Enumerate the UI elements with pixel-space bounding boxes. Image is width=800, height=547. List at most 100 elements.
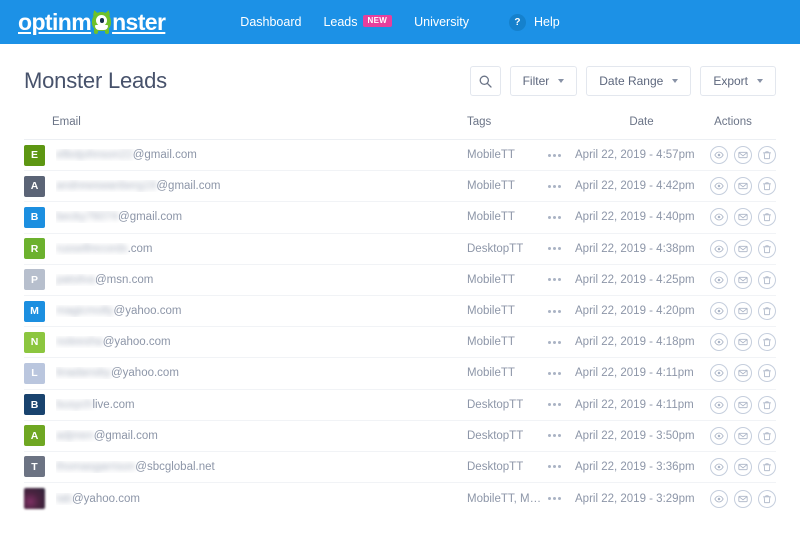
cell-actions (708, 177, 776, 195)
ellipsis-icon[interactable] (548, 434, 561, 437)
search-button[interactable] (470, 66, 501, 96)
question-mark-icon[interactable]: ? (509, 14, 526, 31)
ellipsis-icon[interactable] (548, 247, 561, 250)
export-button-label: Export (713, 74, 748, 88)
table-row[interactable]: Eelliotjohnson22@gmail.comMobileTTApril … (24, 140, 776, 171)
cell-tags: MobileTT (467, 305, 575, 317)
trash-action-button[interactable] (758, 427, 776, 445)
trash-action-button[interactable] (758, 458, 776, 476)
email-domain-part: @gmail.com (133, 149, 197, 161)
envelope-action-button[interactable] (734, 333, 752, 351)
envelope-action-button[interactable] (734, 146, 752, 164)
avatar: B (24, 207, 45, 228)
nav-item-help[interactable]: Help (534, 15, 560, 29)
envelope-action-button[interactable] (734, 490, 752, 508)
ellipsis-icon[interactable] (548, 465, 561, 468)
trash-action-button[interactable] (758, 490, 776, 508)
eye-action-button[interactable] (710, 490, 728, 508)
table-row[interactable]: tab@yahoo.comMobileTT, Mob...April 22, 2… (24, 483, 776, 514)
cell-tags: DesktopTT (467, 461, 575, 473)
trash-action-button[interactable] (758, 302, 776, 320)
cell-email: Aadjmen@gmail.com (24, 425, 467, 446)
email-redacted-part: thomasgarrison (56, 461, 135, 473)
ellipsis-icon[interactable] (548, 310, 561, 313)
cell-actions (708, 208, 776, 226)
table-row[interactable]: Tthomasgarrison@sbcglobal.netDesktopTTAp… (24, 452, 776, 483)
envelope-action-button[interactable] (734, 240, 752, 258)
eye-action-button[interactable] (710, 271, 728, 289)
ellipsis-icon[interactable] (548, 497, 561, 500)
ellipsis-icon[interactable] (548, 403, 561, 406)
tag-label: MobileTT (467, 149, 515, 161)
ellipsis-icon[interactable] (548, 372, 561, 375)
eye-action-button[interactable] (710, 208, 728, 226)
envelope-action-button[interactable] (734, 302, 752, 320)
nav-item-leads[interactable]: Leads NEW (323, 15, 392, 29)
email-domain-part: @gmail.com (156, 180, 220, 192)
cell-tags: MobileTT (467, 367, 575, 379)
table-row[interactable]: Rrussellrecords.comDesktopTTApril 22, 20… (24, 234, 776, 265)
envelope-action-button[interactable] (734, 458, 752, 476)
email-domain-part: @yahoo.com (103, 336, 171, 348)
eye-icon (714, 244, 724, 254)
envelope-action-button[interactable] (734, 208, 752, 226)
table-row[interactable]: Mmagicmolly@yahoo.comMobileTTApril 22, 2… (24, 296, 776, 327)
trash-action-button[interactable] (758, 364, 776, 382)
trash-action-button[interactable] (758, 208, 776, 226)
table-row[interactable]: Ppatsilva@msn.comMobileTTApril 22, 2019 … (24, 265, 776, 296)
trash-action-button[interactable] (758, 240, 776, 258)
trash-action-button[interactable] (758, 333, 776, 351)
table-row[interactable]: Bbusychlive.comDesktopTTApril 22, 2019 -… (24, 390, 776, 421)
envelope-icon (738, 150, 748, 160)
eye-action-button[interactable] (710, 177, 728, 195)
cell-email: Tthomasgarrison@sbcglobal.net (24, 456, 467, 477)
ellipsis-icon[interactable] (548, 278, 561, 281)
nav-item-dashboard[interactable]: Dashboard (240, 15, 301, 29)
ellipsis-icon[interactable] (548, 216, 561, 219)
avatar: L (24, 363, 45, 384)
nav-label-help: Help (534, 15, 560, 29)
eye-action-button[interactable] (710, 240, 728, 258)
table-row[interactable]: Llinadansby@yahoo.comMobileTTApril 22, 2… (24, 358, 776, 389)
eye-action-button[interactable] (710, 427, 728, 445)
avatar: R (24, 238, 45, 259)
eye-action-button[interactable] (710, 333, 728, 351)
date-range-button-label: Date Range (599, 74, 663, 88)
envelope-action-button[interactable] (734, 396, 752, 414)
email-address: andrewswanberg19@gmail.com (56, 180, 220, 192)
envelope-action-button[interactable] (734, 427, 752, 445)
table-row[interactable]: Nnoleesha@yahoo.comMobileTTApril 22, 201… (24, 327, 776, 358)
eye-action-button[interactable] (710, 302, 728, 320)
envelope-action-button[interactable] (734, 177, 752, 195)
table-row[interactable]: Aadjmen@gmail.comDesktopTTApril 22, 2019… (24, 421, 776, 452)
date-range-button[interactable]: Date Range (586, 66, 691, 96)
table-row[interactable]: Bbecky76074@gmail.comMobileTTApril 22, 2… (24, 202, 776, 233)
envelope-action-button[interactable] (734, 271, 752, 289)
eye-action-button[interactable] (710, 146, 728, 164)
nav-item-university[interactable]: University (414, 15, 469, 29)
envelope-icon (738, 212, 748, 222)
trash-action-button[interactable] (758, 271, 776, 289)
eye-action-button[interactable] (710, 364, 728, 382)
email-redacted-part: linadansby (56, 367, 111, 379)
optinmonster-logo[interactable]: optinm nster (18, 11, 165, 34)
ellipsis-icon[interactable] (548, 341, 561, 344)
eye-icon (714, 275, 724, 285)
eye-action-button[interactable] (710, 396, 728, 414)
cell-email: Llinadansby@yahoo.com (24, 363, 467, 384)
ellipsis-icon[interactable] (548, 154, 561, 157)
page-content: Monster Leads Filter Date Range Ex (0, 44, 800, 514)
eye-icon (714, 212, 724, 222)
filter-button[interactable]: Filter (510, 66, 578, 96)
trash-action-button[interactable] (758, 177, 776, 195)
tag-label: MobileTT (467, 274, 515, 286)
envelope-action-button[interactable] (734, 364, 752, 382)
ellipsis-icon[interactable] (548, 185, 561, 188)
table-row[interactable]: Aandrewswanberg19@gmail.comMobileTTApril… (24, 171, 776, 202)
eye-action-button[interactable] (710, 458, 728, 476)
trash-action-button[interactable] (758, 396, 776, 414)
trash-icon (762, 431, 772, 441)
export-button[interactable]: Export (700, 66, 776, 96)
eye-icon (714, 337, 724, 347)
trash-action-button[interactable] (758, 146, 776, 164)
